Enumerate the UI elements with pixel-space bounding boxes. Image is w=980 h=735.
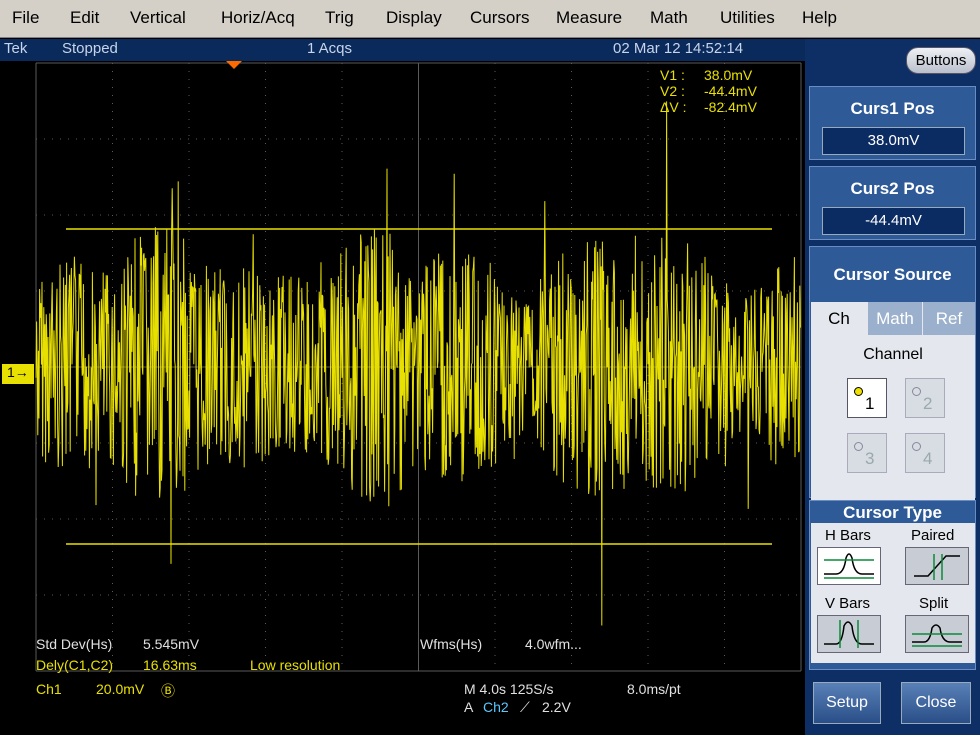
- delta-v-value: -82.4mV: [704, 99, 757, 115]
- channel-2-button[interactable]: 2: [905, 378, 945, 418]
- split-label: Split: [919, 595, 949, 612]
- tab-ref[interactable]: Ref: [923, 302, 975, 335]
- ch1-label: Ch1: [36, 681, 62, 697]
- acquisition-count: 1 Acqs: [307, 40, 353, 57]
- channel-4-number: 4: [923, 449, 933, 468]
- measurement-2-label: Dely(C1,C2): [36, 657, 114, 673]
- channel-dot-icon: [854, 387, 863, 396]
- trigger-level: 2.2V: [542, 699, 571, 715]
- measurement-2-note: Low resolution: [250, 657, 341, 673]
- menu-vertical[interactable]: Vertical: [130, 8, 186, 28]
- measurement-3-label: Wfms(Hs): [420, 636, 483, 652]
- menu-bar: File Edit Vertical Horiz/Acq Trig Displa…: [0, 0, 980, 38]
- v1-label: V1 :: [660, 67, 685, 83]
- status-bar: Tek Stopped 1 Acqs 02 Mar 12 14:52:14: [0, 39, 805, 61]
- horizontal-scale: M 4.0s 125S/s: [464, 681, 554, 697]
- v-bars-icon: [824, 620, 874, 648]
- channel-1-button[interactable]: 1: [847, 378, 887, 418]
- channel-label: Channel: [863, 346, 923, 363]
- curs2-section: Curs2 Pos -44.4mV: [809, 166, 976, 240]
- measurement-1-label: Std Dev(Hs): [36, 636, 113, 652]
- trigger-prefix: A: [464, 699, 474, 715]
- channel-1-marker-label: 1→: [7, 364, 29, 380]
- brand-label: Tek: [4, 40, 28, 57]
- menu-display[interactable]: Display: [386, 8, 442, 28]
- buttons-toggle[interactable]: Buttons: [906, 47, 976, 74]
- split-button[interactable]: [905, 615, 969, 653]
- measurement-3-value: 4.0wfm...: [525, 636, 582, 652]
- paired-icon: [914, 554, 960, 580]
- measurement-2-value: 16.63ms: [143, 657, 197, 673]
- tab-ch[interactable]: Ch: [811, 302, 867, 335]
- curs1-section: Curs1 Pos 38.0mV: [809, 86, 976, 160]
- setup-button[interactable]: Setup: [813, 682, 881, 724]
- paired-label: Paired: [911, 527, 955, 544]
- channel-dot-icon: [912, 387, 921, 396]
- cursor-type-title: Cursor Type: [843, 503, 942, 522]
- v2-label: V2 :: [660, 83, 685, 99]
- trigger-position-marker: [226, 61, 242, 69]
- h-bars-button[interactable]: [817, 547, 881, 585]
- menu-trig[interactable]: Trig: [325, 8, 354, 28]
- trigger-slope-icon: ⟋: [520, 699, 530, 715]
- h-bars-icon: [824, 553, 874, 579]
- menu-horiz-acq[interactable]: Horiz/Acq: [221, 8, 295, 28]
- channel-dot-icon: [912, 442, 921, 451]
- date-time: 02 Mar 12 14:52:14: [613, 40, 744, 57]
- channel-3-button[interactable]: 3: [847, 433, 887, 473]
- menu-math[interactable]: Math: [650, 8, 688, 28]
- v-bars-label: V Bars: [825, 595, 871, 612]
- cursor-source-area: Ch Math Ref Channel 1 2 3 4: [811, 302, 975, 516]
- v-bars-button[interactable]: [817, 615, 881, 653]
- menu-cursors[interactable]: Cursors: [470, 8, 530, 28]
- channel-3-number: 3: [865, 449, 875, 468]
- ch1-scale: 20.0mV: [96, 681, 145, 697]
- h-bars-label: H Bars: [825, 527, 871, 544]
- channel-dot-icon: [854, 442, 863, 451]
- trigger-source: Ch2: [483, 699, 509, 715]
- close-button[interactable]: Close: [901, 682, 971, 724]
- menu-measure[interactable]: Measure: [556, 8, 622, 28]
- menu-file[interactable]: File: [12, 8, 39, 28]
- curs2-title: Curs2 Pos: [850, 179, 935, 198]
- v2-value: -44.4mV: [704, 83, 757, 99]
- v1-value: 38.0mV: [704, 67, 753, 83]
- menu-help[interactable]: Help: [802, 8, 837, 28]
- channel-4-button[interactable]: 4: [905, 433, 945, 473]
- graticule: [2, 61, 802, 672]
- bandwidth-limit-icon: Ⓑ: [161, 683, 175, 699]
- waveform-display[interactable]: 1→ V1 : 38.0mV V2 : -44.4mV ΔV : -82.4mV…: [0, 61, 805, 735]
- resolution-readout: 8.0ms/pt: [627, 681, 681, 697]
- curs1-title: Curs1 Pos: [850, 99, 935, 118]
- measurement-1-value: 5.545mV: [143, 636, 200, 652]
- menu-edit[interactable]: Edit: [70, 8, 99, 28]
- curs1-value-field[interactable]: 38.0mV: [822, 127, 965, 155]
- paired-button[interactable]: [905, 547, 969, 585]
- acquisition-state: Stopped: [62, 40, 118, 57]
- channel-1-number: 1: [865, 394, 875, 413]
- curs2-value-field[interactable]: -44.4mV: [822, 207, 965, 235]
- tab-math[interactable]: Math: [868, 302, 922, 335]
- channel-2-number: 2: [923, 394, 933, 413]
- control-panel: Buttons Curs1 Pos 38.0mV Curs2 Pos -44.4…: [805, 39, 980, 735]
- delta-v-label: ΔV :: [660, 99, 687, 115]
- menu-utilities[interactable]: Utilities: [720, 8, 775, 28]
- split-icon: [912, 624, 962, 647]
- cursor-type-area: H Bars Paired V Bars Split: [811, 523, 975, 663]
- cursor-source-title: Cursor Source: [833, 265, 952, 284]
